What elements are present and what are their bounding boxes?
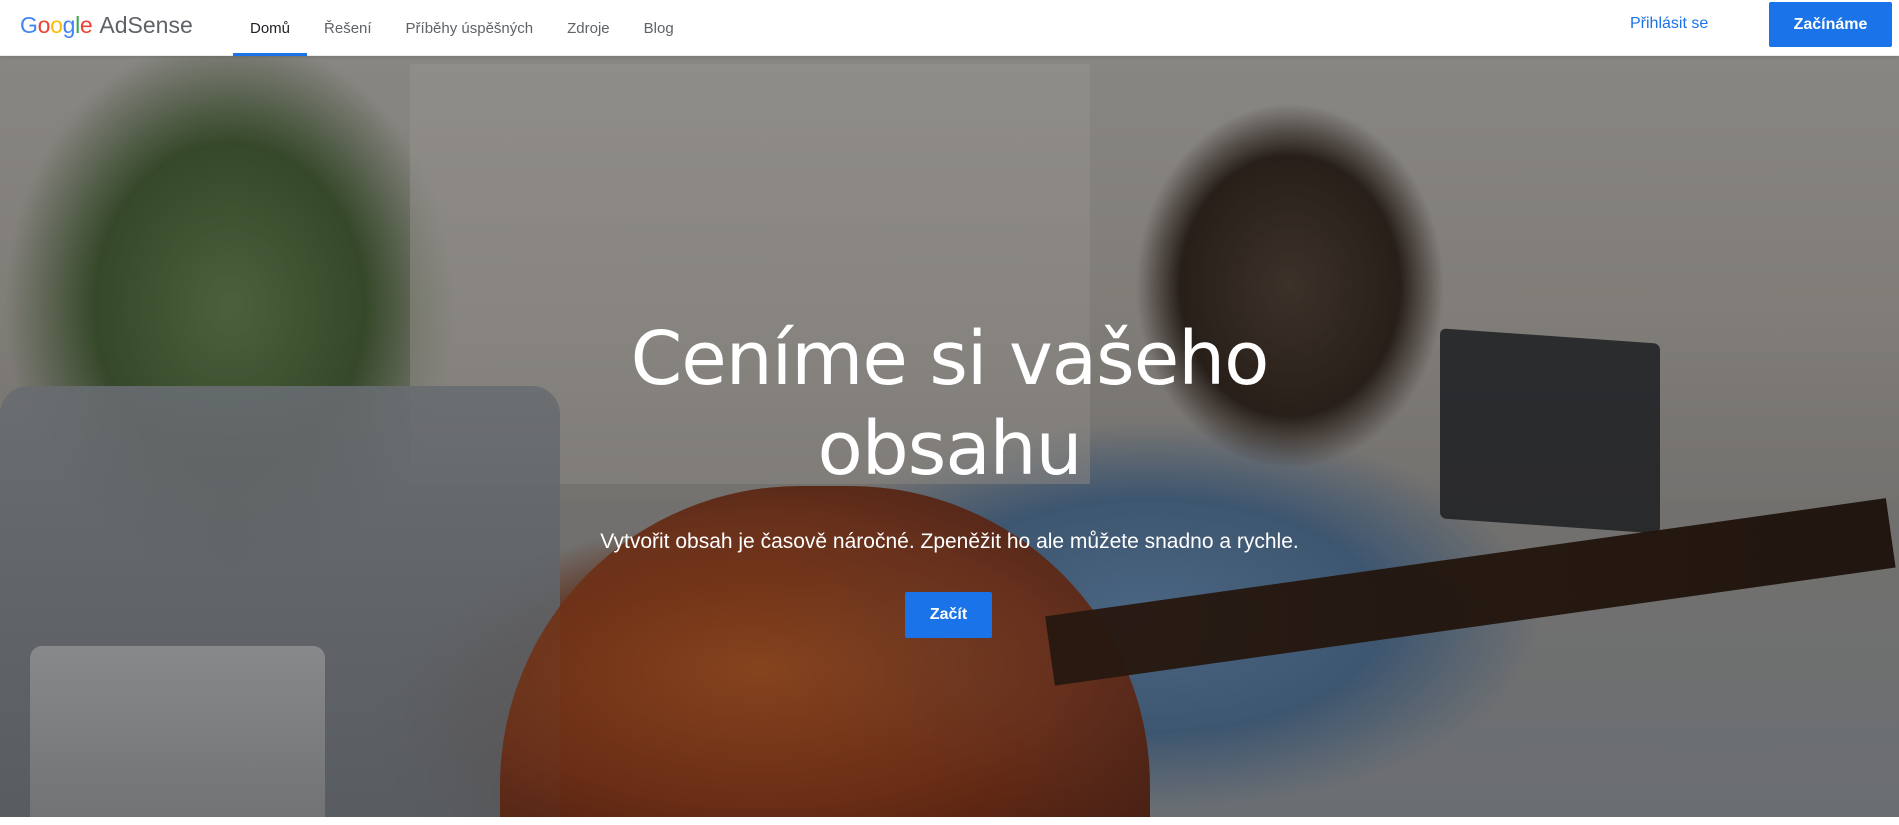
hero-subtitle: Vytvořit obsah je časově náročné. Zpeněž… <box>600 530 1299 553</box>
hero-title-line2: obsahu <box>817 406 1083 492</box>
nav-item-pribehy[interactable]: Příběhy úspěšných <box>389 0 551 56</box>
hero-title: Ceníme si vašeho obsahu <box>0 314 1899 494</box>
get-started-button[interactable]: Začínáme <box>1769 2 1892 47</box>
hero-title-line1: Ceníme si vašeho <box>630 316 1270 402</box>
google-adsense-logo[interactable]: Google AdSense <box>20 12 193 39</box>
sign-in-link[interactable]: Přihlásit se <box>1630 15 1708 33</box>
nav-item-zdroje[interactable]: Zdroje <box>550 0 627 56</box>
top-header: Google AdSense Domů Řešení Příběhy úspěš… <box>0 0 1899 56</box>
hero-section: Ceníme si vašeho obsahu Vytvořit obsah j… <box>0 56 1899 817</box>
product-name: AdSense <box>99 12 193 38</box>
start-button[interactable]: Začít <box>905 592 992 638</box>
nav-item-domu[interactable]: Domů <box>233 0 308 56</box>
google-wordmark: Google <box>20 12 93 38</box>
nav-item-blog[interactable]: Blog <box>627 0 691 56</box>
main-nav: Domů Řešení Příběhy úspěšných Zdroje Blo… <box>233 0 691 56</box>
nav-item-reseni[interactable]: Řešení <box>307 0 389 56</box>
